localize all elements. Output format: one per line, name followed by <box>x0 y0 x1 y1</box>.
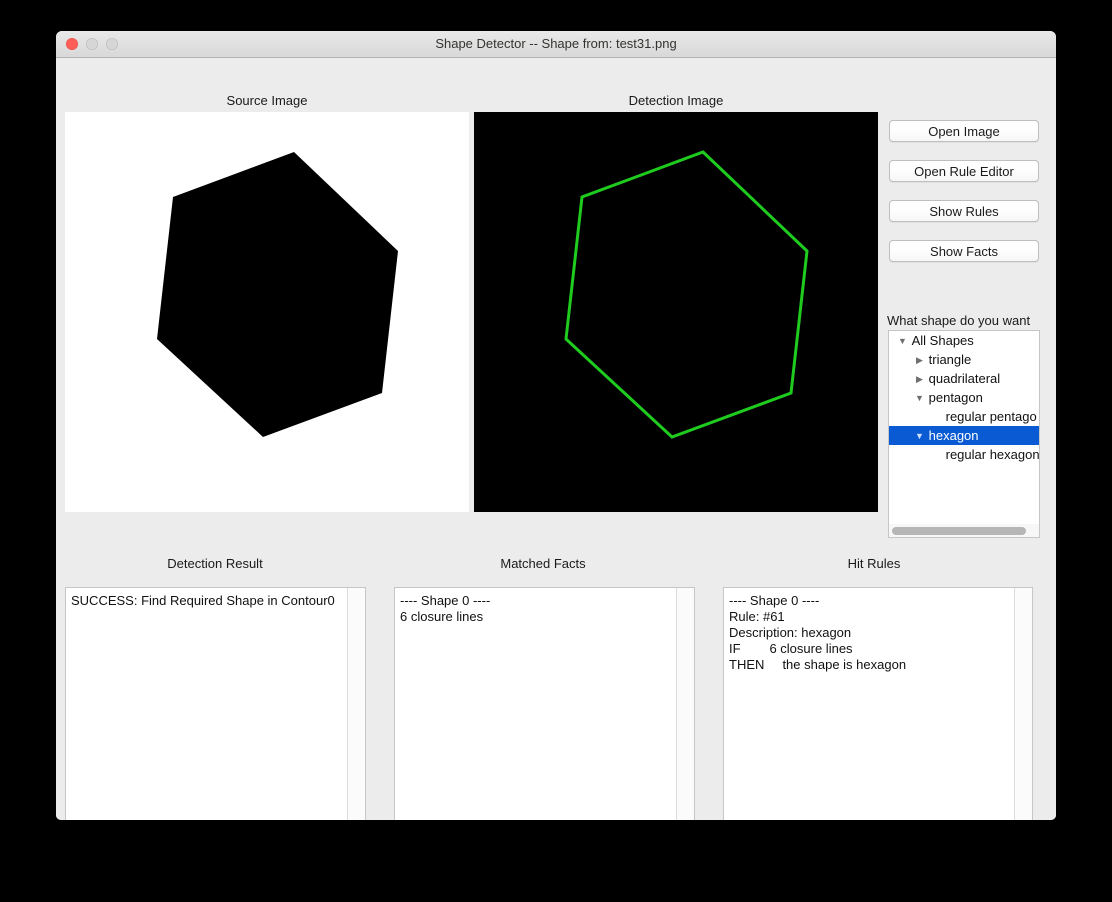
source-hexagon-svg <box>157 152 398 437</box>
shape-tree-rows: ▼ All Shapes ▶ triangle ▶ quadrilateral ▼ p… <box>889 331 1039 464</box>
tree-item-regular-hexagon[interactable]: regular hexagon <box>889 445 1039 464</box>
tree-item-hexagon[interactable]: ▼ hexagon <box>889 426 1039 445</box>
show-facts-button[interactable]: Show Facts <box>889 240 1039 262</box>
tree-item-label: All Shapes <box>911 333 974 348</box>
tree-item-label: triangle <box>928 352 972 367</box>
tree-item-label: regular pentago <box>945 409 1037 424</box>
shape-tree[interactable]: ▼ All Shapes ▶ triangle ▶ quadrilateral ▼ p… <box>888 330 1040 538</box>
hit-rules-vscrollbar[interactable] <box>1014 588 1032 820</box>
title-bar: Shape Detector -- Shape from: test31.png <box>56 31 1056 58</box>
shape-tree-label: What shape do you want <box>887 313 1031 328</box>
app-window: Shape Detector -- Shape from: test31.png… <box>56 31 1056 820</box>
chevron-down-icon[interactable]: ▼ <box>914 427 925 446</box>
open-image-button[interactable]: Open Image <box>889 120 1039 142</box>
tree-item-label: quadrilateral <box>928 371 1001 386</box>
tree-item-triangle[interactable]: ▶ triangle <box>889 350 1039 369</box>
detection-hexagon <box>564 150 809 439</box>
chevron-down-icon[interactable]: ▼ <box>914 389 925 408</box>
source-hexagon <box>157 152 398 437</box>
chevron-right-icon[interactable]: ▶ <box>914 370 925 389</box>
detection-image-view[interactable] <box>474 112 878 512</box>
detection-result-label: Detection Result <box>167 556 263 571</box>
open-rule-editor-button[interactable]: Open Rule Editor <box>889 160 1039 182</box>
tree-item-quadrilateral[interactable]: ▶ quadrilateral <box>889 369 1039 388</box>
detection-result-text: SUCCESS: Find Required Shape in Contour0 <box>66 588 348 820</box>
show-rules-button[interactable]: Show Rules <box>889 200 1039 222</box>
tree-item-label: pentagon <box>928 390 983 405</box>
tree-item-label: hexagon <box>928 428 979 443</box>
matched-facts-text: ---- Shape 0 ---- 6 closure lines <box>395 588 677 820</box>
tree-item-pentagon[interactable]: ▼ pentagon <box>889 388 1039 407</box>
matched-facts-panel[interactable]: ---- Shape 0 ---- 6 closure lines <box>394 587 695 820</box>
detection-hexagon-svg <box>564 150 809 439</box>
source-image-label: Source Image <box>226 93 308 108</box>
shape-tree-hscrollbar[interactable] <box>888 524 1040 538</box>
chevron-down-icon[interactable]: ▼ <box>897 332 908 351</box>
detection-image-label: Detection Image <box>628 93 724 108</box>
window-content: Source Image Detection Image Open Image … <box>56 58 1056 820</box>
detection-result-panel[interactable]: SUCCESS: Find Required Shape in Contour0 <box>65 587 366 820</box>
tree-item-regular-pentago[interactable]: regular pentago <box>889 407 1039 426</box>
detection-result-vscrollbar[interactable] <box>347 588 365 820</box>
tree-item-all-shapes[interactable]: ▼ All Shapes <box>889 331 1039 350</box>
matched-facts-vscrollbar[interactable] <box>676 588 694 820</box>
shape-tree-hscroll-thumb[interactable] <box>892 527 1026 535</box>
source-image-view[interactable] <box>65 112 469 512</box>
hit-rules-panel[interactable]: ---- Shape 0 ---- Rule: #61 Description:… <box>723 587 1033 820</box>
hit-rules-text: ---- Shape 0 ---- Rule: #61 Description:… <box>724 588 1015 820</box>
hit-rules-label: Hit Rules <box>847 556 901 571</box>
window-title: Shape Detector -- Shape from: test31.png <box>435 36 677 51</box>
matched-facts-label: Matched Facts <box>500 556 586 571</box>
chevron-right-icon[interactable]: ▶ <box>914 351 925 370</box>
tree-item-label: regular hexagon <box>945 447 1040 462</box>
